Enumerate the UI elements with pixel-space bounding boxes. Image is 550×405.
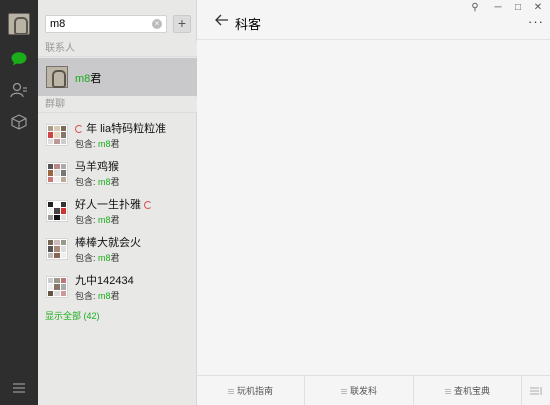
add-button[interactable]: + — [173, 15, 191, 33]
group-name: 九中142434 — [75, 275, 134, 287]
menu-icon[interactable] — [9, 378, 29, 398]
group-name: 马羊鸡猴 — [75, 161, 119, 173]
submenu-icon — [340, 389, 347, 394]
group-match-info: 包含: m8君 — [75, 253, 120, 263]
back-arrow-icon[interactable] — [215, 14, 231, 28]
group-name: 棒棒大就会火 — [75, 237, 141, 249]
chat-title: 科客 — [235, 17, 262, 32]
search-box[interactable]: × — [45, 15, 167, 33]
group-result-row[interactable]: 马羊鸡猴 包含: m8君 — [38, 154, 197, 192]
submenu-icon — [227, 389, 234, 394]
menu-item-handbook[interactable]: 查机宝典 — [414, 376, 522, 405]
official-account-menu: 玩机指南 联发科 查机宝典 — [197, 375, 550, 405]
user-avatar[interactable] — [8, 13, 30, 35]
status-mark-icon — [144, 201, 153, 209]
submenu-icon — [444, 389, 451, 394]
favorites-icon[interactable] — [9, 112, 29, 132]
close-icon[interactable]: ✕ — [531, 2, 545, 13]
group-result-row[interactable]: 好人一生扑雅 包含: m8君 — [38, 192, 197, 230]
pin-icon[interactable]: ⚲ — [468, 2, 482, 13]
nav-rail — [0, 0, 38, 405]
menu-item-guide[interactable]: 玩机指南 — [197, 376, 305, 405]
more-options-icon[interactable]: ··· — [528, 14, 544, 29]
group-result-row[interactable]: 年 lia特码粒粒准 包含: m8君 — [38, 116, 197, 154]
groups-section-label: 群聊 — [38, 97, 197, 113]
clear-search-icon[interactable]: × — [152, 19, 162, 29]
group-avatar — [46, 200, 68, 222]
group-match-info: 包含: m8君 — [75, 177, 120, 187]
chat-header: 科客 ··· ⚲ ─ □ ✕ — [197, 0, 550, 40]
contact-name: m8君 — [75, 73, 102, 85]
group-avatar — [46, 162, 68, 184]
status-mark-icon — [75, 125, 83, 133]
group-match-info: 包含: m8君 — [75, 291, 120, 301]
show-all-link[interactable]: 显示全部 (42) — [45, 309, 100, 322]
contacts-icon[interactable] — [9, 80, 29, 100]
group-match-info: 包含: m8君 — [75, 139, 120, 149]
maximize-icon[interactable]: □ — [511, 2, 525, 13]
group-avatar — [46, 124, 68, 146]
group-name: 年 lia特码粒粒准 — [75, 120, 166, 136]
group-avatar — [46, 238, 68, 260]
chat-pane: 科客 ··· ⚲ ─ □ ✕ 玩机指南 联发科 查机宝典 — [197, 0, 550, 405]
group-name: 好人一生扑雅 — [75, 196, 153, 212]
contact-avatar — [46, 66, 68, 88]
keyboard-toggle-icon[interactable] — [522, 376, 550, 405]
menu-item-mediatek[interactable]: 联发科 — [305, 376, 414, 405]
search-results-panel: × + 联系人 m8君 群聊 年 lia特码粒粒准 包含: m8君 马羊鸡猴 包… — [38, 0, 197, 405]
chat-icon[interactable] — [9, 49, 29, 69]
contact-result-row[interactable]: m8君 — [38, 58, 197, 96]
search-input[interactable] — [50, 17, 150, 31]
contacts-section-label: 联系人 — [38, 41, 197, 57]
minimize-icon[interactable]: ─ — [491, 2, 505, 13]
group-result-row[interactable]: 九中142434 包含: m8君 — [38, 268, 197, 306]
group-result-row[interactable]: 棒棒大就会火 包含: m8君 — [38, 230, 197, 268]
group-avatar — [46, 276, 68, 298]
group-match-info: 包含: m8君 — [75, 215, 120, 225]
